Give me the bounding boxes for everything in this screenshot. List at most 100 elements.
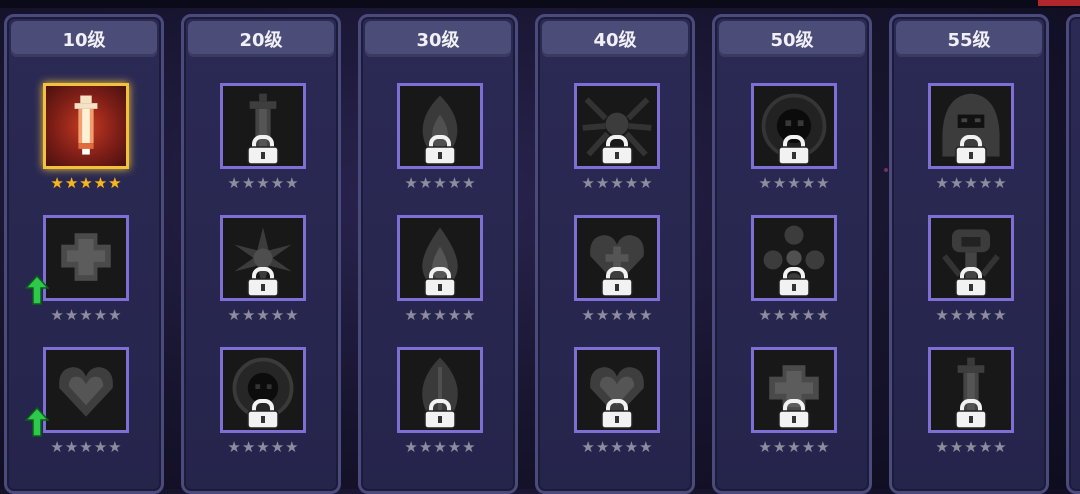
upgrade-arrow-icon (24, 406, 50, 441)
star-icon: ★ (418, 174, 433, 192)
star-icon: ★ (581, 438, 595, 456)
star-rating: ★ ★ ★ ★ ★ (43, 175, 129, 191)
star-rating: ★ ★ ★ ★ ★ (220, 439, 306, 455)
star-icon: ★ (949, 438, 964, 456)
talent-slot[interactable]: ★ ★ ★ ★ ★ (751, 215, 837, 323)
star-icon: ★ (978, 306, 993, 324)
star-icon: ★ (241, 174, 256, 192)
star-rating: ★ ★ ★ ★ ★ (220, 307, 306, 323)
star-icon: ★ (993, 174, 1007, 192)
crystal-sword-icon (74, 95, 98, 155)
talent-frame (43, 83, 129, 169)
star-rating: ★ ★ ★ ★ ★ (751, 175, 837, 191)
level-column-partial (1066, 14, 1080, 494)
star-icon: ★ (433, 438, 447, 456)
star-icon: ★ (978, 438, 993, 456)
talent-slot[interactable]: ★ ★ ★ ★ ★ (220, 83, 306, 191)
heart-icon (59, 367, 113, 417)
close-button-edge[interactable] (1038, 0, 1080, 6)
star-icon: ★ (50, 174, 64, 192)
star-icon: ★ (404, 174, 418, 192)
star-rating: ★ ★ ★ ★ ★ (751, 439, 837, 455)
talent-slot[interactable]: ★ ★ ★ ★ ★ (928, 83, 1014, 191)
star-icon: ★ (64, 306, 79, 324)
talent-slot[interactable]: ★ ★ ★ ★ ★ (928, 347, 1014, 455)
star-rating: ★ ★ ★ ★ ★ (43, 307, 129, 323)
star-icon: ★ (79, 174, 93, 192)
talent-slot[interactable]: ★ ★ ★ ★ ★ (24, 215, 129, 323)
star-icon: ★ (270, 174, 285, 192)
star-icon: ★ (816, 306, 830, 324)
talent-slot[interactable]: ★ ★ ★ ★ ★ (397, 83, 483, 191)
lock-icon (954, 135, 988, 169)
star-icon: ★ (447, 438, 462, 456)
talent-slot[interactable]: ★ ★ ★ ★ ★ (574, 215, 660, 323)
star-icon: ★ (581, 174, 595, 192)
talent-slot[interactable]: ★ ★ ★ ★ ★ (397, 347, 483, 455)
star-icon: ★ (433, 174, 447, 192)
talent-slot[interactable]: ★ ★ ★ ★ ★ (220, 215, 306, 323)
lock-icon (954, 399, 988, 433)
star-rating: ★ ★ ★ ★ ★ (928, 307, 1014, 323)
star-icon: ★ (978, 174, 993, 192)
star-icon: ★ (108, 174, 122, 192)
star-icon: ★ (772, 438, 787, 456)
star-icon: ★ (227, 306, 241, 324)
star-icon: ★ (447, 306, 462, 324)
talent-slot[interactable]: ★ ★ ★ ★ ★ (43, 83, 129, 191)
star-rating: ★ ★ ★ ★ ★ (43, 439, 129, 455)
talent-slot[interactable]: ★ ★ ★ ★ ★ (220, 347, 306, 455)
star-icon: ★ (801, 174, 816, 192)
star-icon: ★ (433, 306, 447, 324)
star-icon: ★ (64, 438, 79, 456)
star-icon: ★ (285, 174, 299, 192)
star-icon: ★ (624, 174, 639, 192)
lock-icon (246, 135, 280, 169)
level-column: 10级 ★ ★ ★ ★ ★ ★ ★ ★ ★ ★ ★ ★ ★ ★ ★ (4, 14, 164, 494)
level-header: 40级 (542, 21, 688, 57)
star-icon: ★ (787, 438, 801, 456)
star-rating: ★ ★ ★ ★ ★ (397, 175, 483, 191)
star-icon: ★ (418, 306, 433, 324)
star-icon: ★ (227, 438, 241, 456)
star-icon: ★ (801, 438, 816, 456)
level-header: 20级 (188, 21, 334, 57)
talent-slot[interactable]: ★ ★ ★ ★ ★ (397, 215, 483, 323)
star-icon: ★ (108, 438, 122, 456)
star-icon: ★ (935, 306, 949, 324)
talent-slot[interactable]: ★ ★ ★ ★ ★ (928, 215, 1014, 323)
lock-icon (600, 135, 634, 169)
talent-slot[interactable]: ★ ★ ★ ★ ★ (24, 347, 129, 455)
cross-shield-icon (61, 233, 111, 281)
star-icon: ★ (581, 306, 595, 324)
level-column: 40级 ★ ★ ★ ★ ★ ★ ★ ★ ★ ★ ★ ★ ★ ★ ★ (535, 14, 695, 494)
star-rating: ★ ★ ★ ★ ★ (220, 175, 306, 191)
top-bar (0, 0, 1080, 8)
star-rating: ★ ★ ★ ★ ★ (751, 307, 837, 323)
star-icon: ★ (610, 306, 624, 324)
star-icon: ★ (241, 306, 256, 324)
level-column: 30级 ★ ★ ★ ★ ★ ★ ★ ★ ★ ★ ★ ★ ★ ★ ★ (358, 14, 518, 494)
star-icon: ★ (462, 174, 476, 192)
level-header: 50级 (719, 21, 865, 57)
star-icon: ★ (964, 438, 978, 456)
star-icon: ★ (404, 438, 418, 456)
star-icon: ★ (758, 306, 772, 324)
star-icon: ★ (993, 306, 1007, 324)
talent-slot[interactable]: ★ ★ ★ ★ ★ (574, 347, 660, 455)
talent-slot[interactable]: ★ ★ ★ ★ ★ (751, 347, 837, 455)
lock-icon (600, 267, 634, 301)
lock-icon (954, 267, 988, 301)
star-icon: ★ (93, 174, 108, 192)
lock-icon (246, 267, 280, 301)
star-icon: ★ (816, 174, 830, 192)
lock-icon (246, 399, 280, 433)
talent-slot[interactable]: ★ ★ ★ ★ ★ (574, 83, 660, 191)
talent-slot[interactable]: ★ ★ ★ ★ ★ (751, 83, 837, 191)
talent-columns: 10级 ★ ★ ★ ★ ★ ★ ★ ★ ★ ★ ★ ★ ★ ★ ★ 20级 ★ ★ ★ ★ ★ ★ ★ ★ ★ ★ ★ ★ ★ ★ ★ 30级 ★… (4, 14, 1080, 494)
star-rating: ★ ★ ★ ★ ★ (928, 175, 1014, 191)
star-icon: ★ (79, 438, 93, 456)
lock-icon (423, 135, 457, 169)
star-icon: ★ (964, 306, 978, 324)
star-icon: ★ (285, 438, 299, 456)
